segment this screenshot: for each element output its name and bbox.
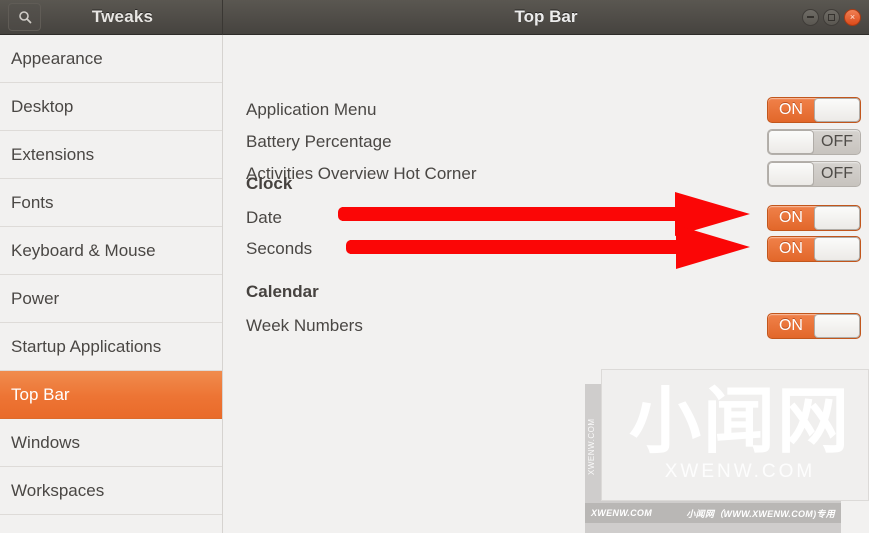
- window-titlebar: Tweaks Top Bar ×: [0, 0, 869, 35]
- app-title: Tweaks: [91, 7, 154, 26]
- toggle-knob: [813, 237, 860, 261]
- sidebar-item-label: Top Bar: [11, 384, 70, 404]
- sidebar-item-label: Extensions: [11, 144, 95, 164]
- setting-row-date: Date ON: [246, 203, 869, 233]
- toggle-week-numbers[interactable]: ON: [767, 313, 861, 339]
- sidebar: Appearance Desktop Extensions Fonts Keyboard…: [0, 35, 223, 533]
- toggle-battery-percentage[interactable]: OFF: [767, 129, 861, 155]
- setting-label: Date: [246, 208, 282, 227]
- toggle-knob: [768, 130, 815, 154]
- search-icon: [18, 10, 32, 24]
- settings-panel: Application Menu ON Battery Percentage O…: [224, 35, 869, 533]
- sidebar-item-workspaces[interactable]: Workspaces: [0, 467, 222, 515]
- sidebar-item-startup-applications[interactable]: Startup Applications: [0, 323, 222, 371]
- sidebar-item-label: Desktop: [11, 96, 74, 116]
- tweaks-window: Tweaks Top Bar × Appearance Desktop Extens…: [0, 0, 869, 533]
- sidebar-item-keyboard-mouse[interactable]: Keyboard & Mouse: [0, 227, 222, 275]
- setting-label: Week Numbers: [246, 316, 363, 335]
- watermark-bar-right: 小闻网（WWW.XWENW.COM)专用: [686, 508, 835, 519]
- setting-row-battery-percentage: Battery Percentage OFF: [246, 127, 869, 157]
- sidebar-item-label: Workspaces: [11, 480, 105, 500]
- sidebar-item-desktop[interactable]: Desktop: [0, 83, 222, 131]
- toggle-application-menu[interactable]: ON: [767, 97, 861, 123]
- watermark-backdrop: [585, 384, 841, 533]
- toggle-state-label: OFF: [821, 165, 853, 182]
- toggle-state-label: ON: [778, 240, 803, 257]
- toggle-state-label: ON: [778, 317, 803, 334]
- setting-label: Seconds: [246, 239, 313, 258]
- sidebar-item-label: Appearance: [11, 48, 103, 68]
- window-controls: ×: [802, 0, 861, 35]
- toggle-date[interactable]: ON: [767, 205, 861, 231]
- toggle-knob: [813, 98, 860, 122]
- sidebar-item-windows[interactable]: Windows: [0, 419, 222, 467]
- setting-label: Battery Percentage: [246, 132, 392, 151]
- watermark-chinese-text: 小闻网: [628, 379, 851, 463]
- close-icon: ×: [849, 11, 856, 22]
- toggle-knob: [813, 314, 860, 338]
- setting-row-application-menu: Application Menu ON: [246, 95, 869, 125]
- maximize-button[interactable]: [823, 8, 840, 26]
- setting-row-week-numbers: Week Numbers ON: [246, 311, 869, 341]
- minimize-icon: [807, 16, 814, 18]
- setting-row-hot-corner: Activities Overview Hot Corner OFF: [246, 159, 869, 189]
- sidebar-item-label: Keyboard & Mouse: [11, 240, 156, 260]
- titlebar-right-pane: Top Bar ×: [223, 0, 869, 35]
- toggle-seconds[interactable]: ON: [767, 236, 861, 262]
- close-button[interactable]: ×: [844, 8, 861, 26]
- watermark-frame: [601, 369, 869, 501]
- toggle-state-label: OFF: [821, 133, 853, 150]
- sidebar-item-power[interactable]: Power: [0, 275, 222, 323]
- titlebar-left-pane: Tweaks: [0, 0, 223, 35]
- maximize-icon: [828, 13, 835, 21]
- toggle-knob: [768, 162, 815, 186]
- sidebar-item-appearance[interactable]: Appearance: [0, 35, 222, 83]
- watermark-side-text: XWENW.COM: [587, 418, 596, 476]
- watermark-bottom-bar: XWENW.COM 小闻网（WWW.XWENW.COM)专用: [585, 503, 841, 523]
- watermark-domain-text: XWENW.COM: [664, 461, 816, 482]
- section-heading-clock: Clock: [246, 174, 293, 193]
- page-title: Top Bar: [514, 7, 578, 26]
- watermark-bar-left: XWENW.COM: [591, 508, 653, 518]
- toggle-state-label: ON: [778, 101, 803, 118]
- setting-label: Application Menu: [246, 100, 377, 119]
- sidebar-item-label: Power: [11, 288, 60, 308]
- toggle-activities-overview-hot-corner[interactable]: OFF: [767, 161, 861, 187]
- sidebar-item-fonts[interactable]: Fonts: [0, 179, 222, 227]
- toggle-state-label: ON: [778, 209, 803, 226]
- setting-row-seconds: Seconds ON: [246, 234, 869, 264]
- sidebar-item-label: Windows: [11, 432, 80, 452]
- section-heading-calendar: Calendar: [246, 282, 319, 301]
- search-button[interactable]: [8, 3, 41, 31]
- site-watermark: XWENW.COM 小闻网 XWENW.COM XWENW.COM 小闻网（WW…: [585, 369, 869, 533]
- sidebar-item-label: Fonts: [11, 192, 54, 212]
- sidebar-item-top-bar[interactable]: Top Bar: [0, 371, 222, 419]
- sidebar-item-extensions[interactable]: Extensions: [0, 131, 222, 179]
- minimize-button[interactable]: [802, 8, 819, 26]
- toggle-knob: [813, 206, 860, 230]
- sidebar-item-label: Startup Applications: [11, 336, 162, 356]
